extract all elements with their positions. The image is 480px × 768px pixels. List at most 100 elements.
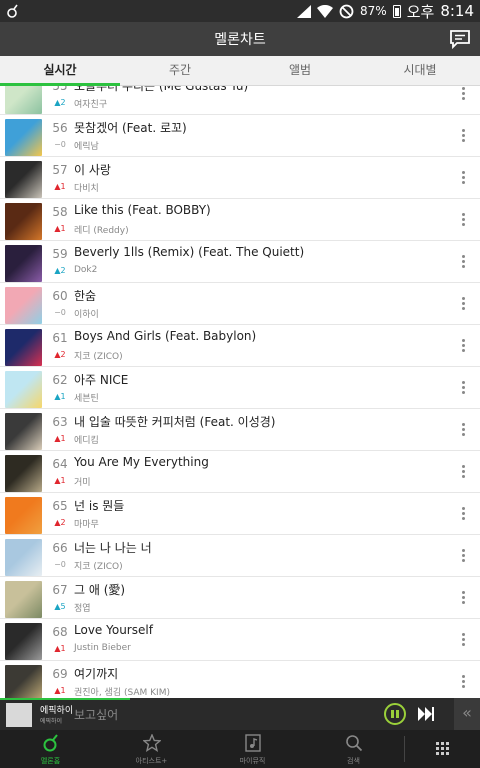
rank-change: ▲1 [54, 434, 66, 443]
rank-number: 56 [52, 121, 68, 135]
mini-player[interactable]: 에픽하이 에픽하이 보고싶어 « [0, 698, 480, 730]
more-options-icon[interactable] [462, 675, 466, 689]
album-art[interactable] [5, 86, 42, 114]
album-art[interactable] [5, 623, 42, 660]
nav-artist-plus[interactable]: 아티스트+ [101, 730, 202, 768]
now-playing-album-art[interactable] [6, 703, 32, 727]
chart-row[interactable]: 68 ▲1 Love Yourself Justin Bieber [0, 619, 480, 661]
more-options-icon[interactable] [462, 549, 466, 563]
album-art[interactable] [5, 581, 42, 618]
rank-change: ▲5 [54, 602, 66, 611]
song-title: 여기까지 [74, 667, 119, 681]
album-art[interactable] [5, 455, 42, 492]
chart-row[interactable]: 57 ▲1 이 사랑 다비치 [0, 157, 480, 199]
rank-number: 65 [52, 499, 68, 513]
tab-weekly[interactable]: 주간 [120, 56, 240, 85]
more-options-icon[interactable] [462, 213, 466, 227]
nav-label: 마이뮤직 [239, 757, 266, 765]
signal-icon [297, 4, 312, 18]
more-options-icon[interactable] [462, 381, 466, 395]
tab-era[interactable]: 시대별 [360, 56, 480, 85]
rank-change: −0 [54, 140, 66, 149]
chart-row[interactable]: 65 ▲2 넌 is 뭔들 마마무 [0, 493, 480, 535]
artist-name: 에디킴 [74, 436, 99, 446]
more-options-icon[interactable] [462, 255, 466, 269]
pause-button[interactable] [384, 703, 406, 725]
artist-name: 레디 (Reddy) [74, 226, 129, 236]
chart-row[interactable]: 55 ▲2 오늘부터 우리는 (Me Gustas Tu) 여자친구 [0, 86, 480, 115]
bottom-nav: 멜론홈 아티스트+ 마이뮤직 검색 [0, 730, 480, 768]
chart-row[interactable]: 61 ▲2 Boys And Girls (Feat. Babylon) 지코 (ZI… [0, 325, 480, 367]
nav-divider [404, 736, 405, 762]
song-title: Boys And Girls (Feat. Babylon) [74, 329, 257, 343]
collapse-player-icon[interactable]: « [454, 698, 480, 730]
more-options-icon[interactable] [462, 633, 466, 647]
nav-label: 멜론홈 [40, 757, 61, 765]
chart-row[interactable]: 58 ▲1 Like this (Feat. BOBBY) 레디 (Reddy) [0, 199, 480, 241]
song-title: Beverly 1lls (Remix) (Feat. The Quiett) [74, 245, 305, 259]
album-art[interactable] [5, 119, 42, 156]
more-options-icon[interactable] [462, 465, 466, 479]
tab-album[interactable]: 앨범 [240, 56, 360, 85]
chart-row[interactable]: 62 ▲1 아주 NICE 세븐틴 [0, 367, 480, 409]
menu-grid-icon[interactable] [436, 742, 450, 756]
more-options-icon[interactable] [462, 507, 466, 521]
artist-name: Dok2 [74, 265, 98, 275]
chart-list[interactable]: 55 ▲2 오늘부터 우리는 (Me Gustas Tu) 여자친구 56 −0 못참겠어 … [0, 86, 480, 698]
message-icon[interactable] [448, 27, 472, 51]
album-art[interactable] [5, 539, 42, 576]
chart-row[interactable]: 69 ▲1 여기까지 권진아, 샘김 (SAM KIM) [0, 661, 480, 698]
time-ampm: 오후 [406, 2, 435, 21]
artist-name: 권진아, 샘김 (SAM KIM) [74, 688, 170, 698]
song-title: 아주 NICE [74, 373, 129, 387]
album-art[interactable] [5, 203, 42, 240]
chart-row[interactable]: 60 −0 한숨 이하이 [0, 283, 480, 325]
rank-change: ▲2 [54, 98, 66, 107]
now-playing-title: 보고싶어 [74, 708, 119, 722]
more-options-icon[interactable] [462, 87, 466, 101]
album-art[interactable] [5, 413, 42, 450]
chart-row[interactable]: 63 ▲1 내 입술 따뜻한 커피처럼 (Feat. 이성경) 에디킴 [0, 409, 480, 451]
chart-row[interactable]: 67 ▲5 그 애 (愛) 정엽 [0, 577, 480, 619]
rank-change: ▲1 [54, 476, 66, 485]
more-options-icon[interactable] [462, 423, 466, 437]
nav-search[interactable]: 검색 [303, 730, 404, 768]
rank-number: 61 [52, 331, 68, 345]
song-title: 넌 is 뭔들 [74, 499, 125, 513]
album-art[interactable] [5, 287, 42, 324]
album-art[interactable] [5, 665, 42, 698]
album-art[interactable] [5, 161, 42, 198]
chart-row[interactable]: 59 ▲2 Beverly 1lls (Remix) (Feat. The Quie… [0, 241, 480, 283]
chart-row[interactable]: 64 ▲1 You Are My Everything 거미 [0, 451, 480, 493]
chart-row[interactable]: 66 −0 너는 나 나는 너 지코 (ZICO) [0, 535, 480, 577]
more-options-icon[interactable] [462, 297, 466, 311]
album-art[interactable] [5, 497, 42, 534]
melon-home-icon [43, 734, 58, 752]
rank-number: 55 [52, 86, 68, 93]
star-icon [142, 734, 161, 752]
chart-row[interactable]: 56 −0 못참겠어 (Feat. 로꼬) 에릭남 [0, 115, 480, 157]
tab-realtime[interactable]: 실시간 [0, 56, 120, 86]
nav-melon-home[interactable]: 멜론홈 [0, 730, 101, 768]
more-options-icon[interactable] [462, 591, 466, 605]
page-title: 멜론차트 [214, 32, 266, 48]
status-bar: 87% 오후 8:14 [0, 0, 480, 22]
album-art[interactable] [5, 245, 42, 282]
song-title: 못참겠어 (Feat. 로꼬) [74, 121, 187, 135]
more-options-icon[interactable] [462, 129, 466, 143]
artist-name: 에릭남 [74, 142, 99, 152]
rank-change: ▲2 [54, 350, 66, 359]
nav-my-music[interactable]: 마이뮤직 [202, 730, 303, 768]
rank-number: 58 [52, 205, 68, 219]
rank-number: 59 [52, 247, 68, 261]
nav-label: 검색 [347, 757, 360, 765]
playback-progress[interactable] [0, 698, 130, 700]
more-options-icon[interactable] [462, 339, 466, 353]
next-track-icon[interactable] [418, 707, 434, 721]
album-art[interactable] [5, 329, 42, 366]
album-art[interactable] [5, 371, 42, 408]
search-icon [345, 735, 362, 752]
battery-percent: 87% [360, 4, 387, 18]
artist-name: 거미 [74, 478, 91, 488]
more-options-icon[interactable] [462, 171, 466, 185]
